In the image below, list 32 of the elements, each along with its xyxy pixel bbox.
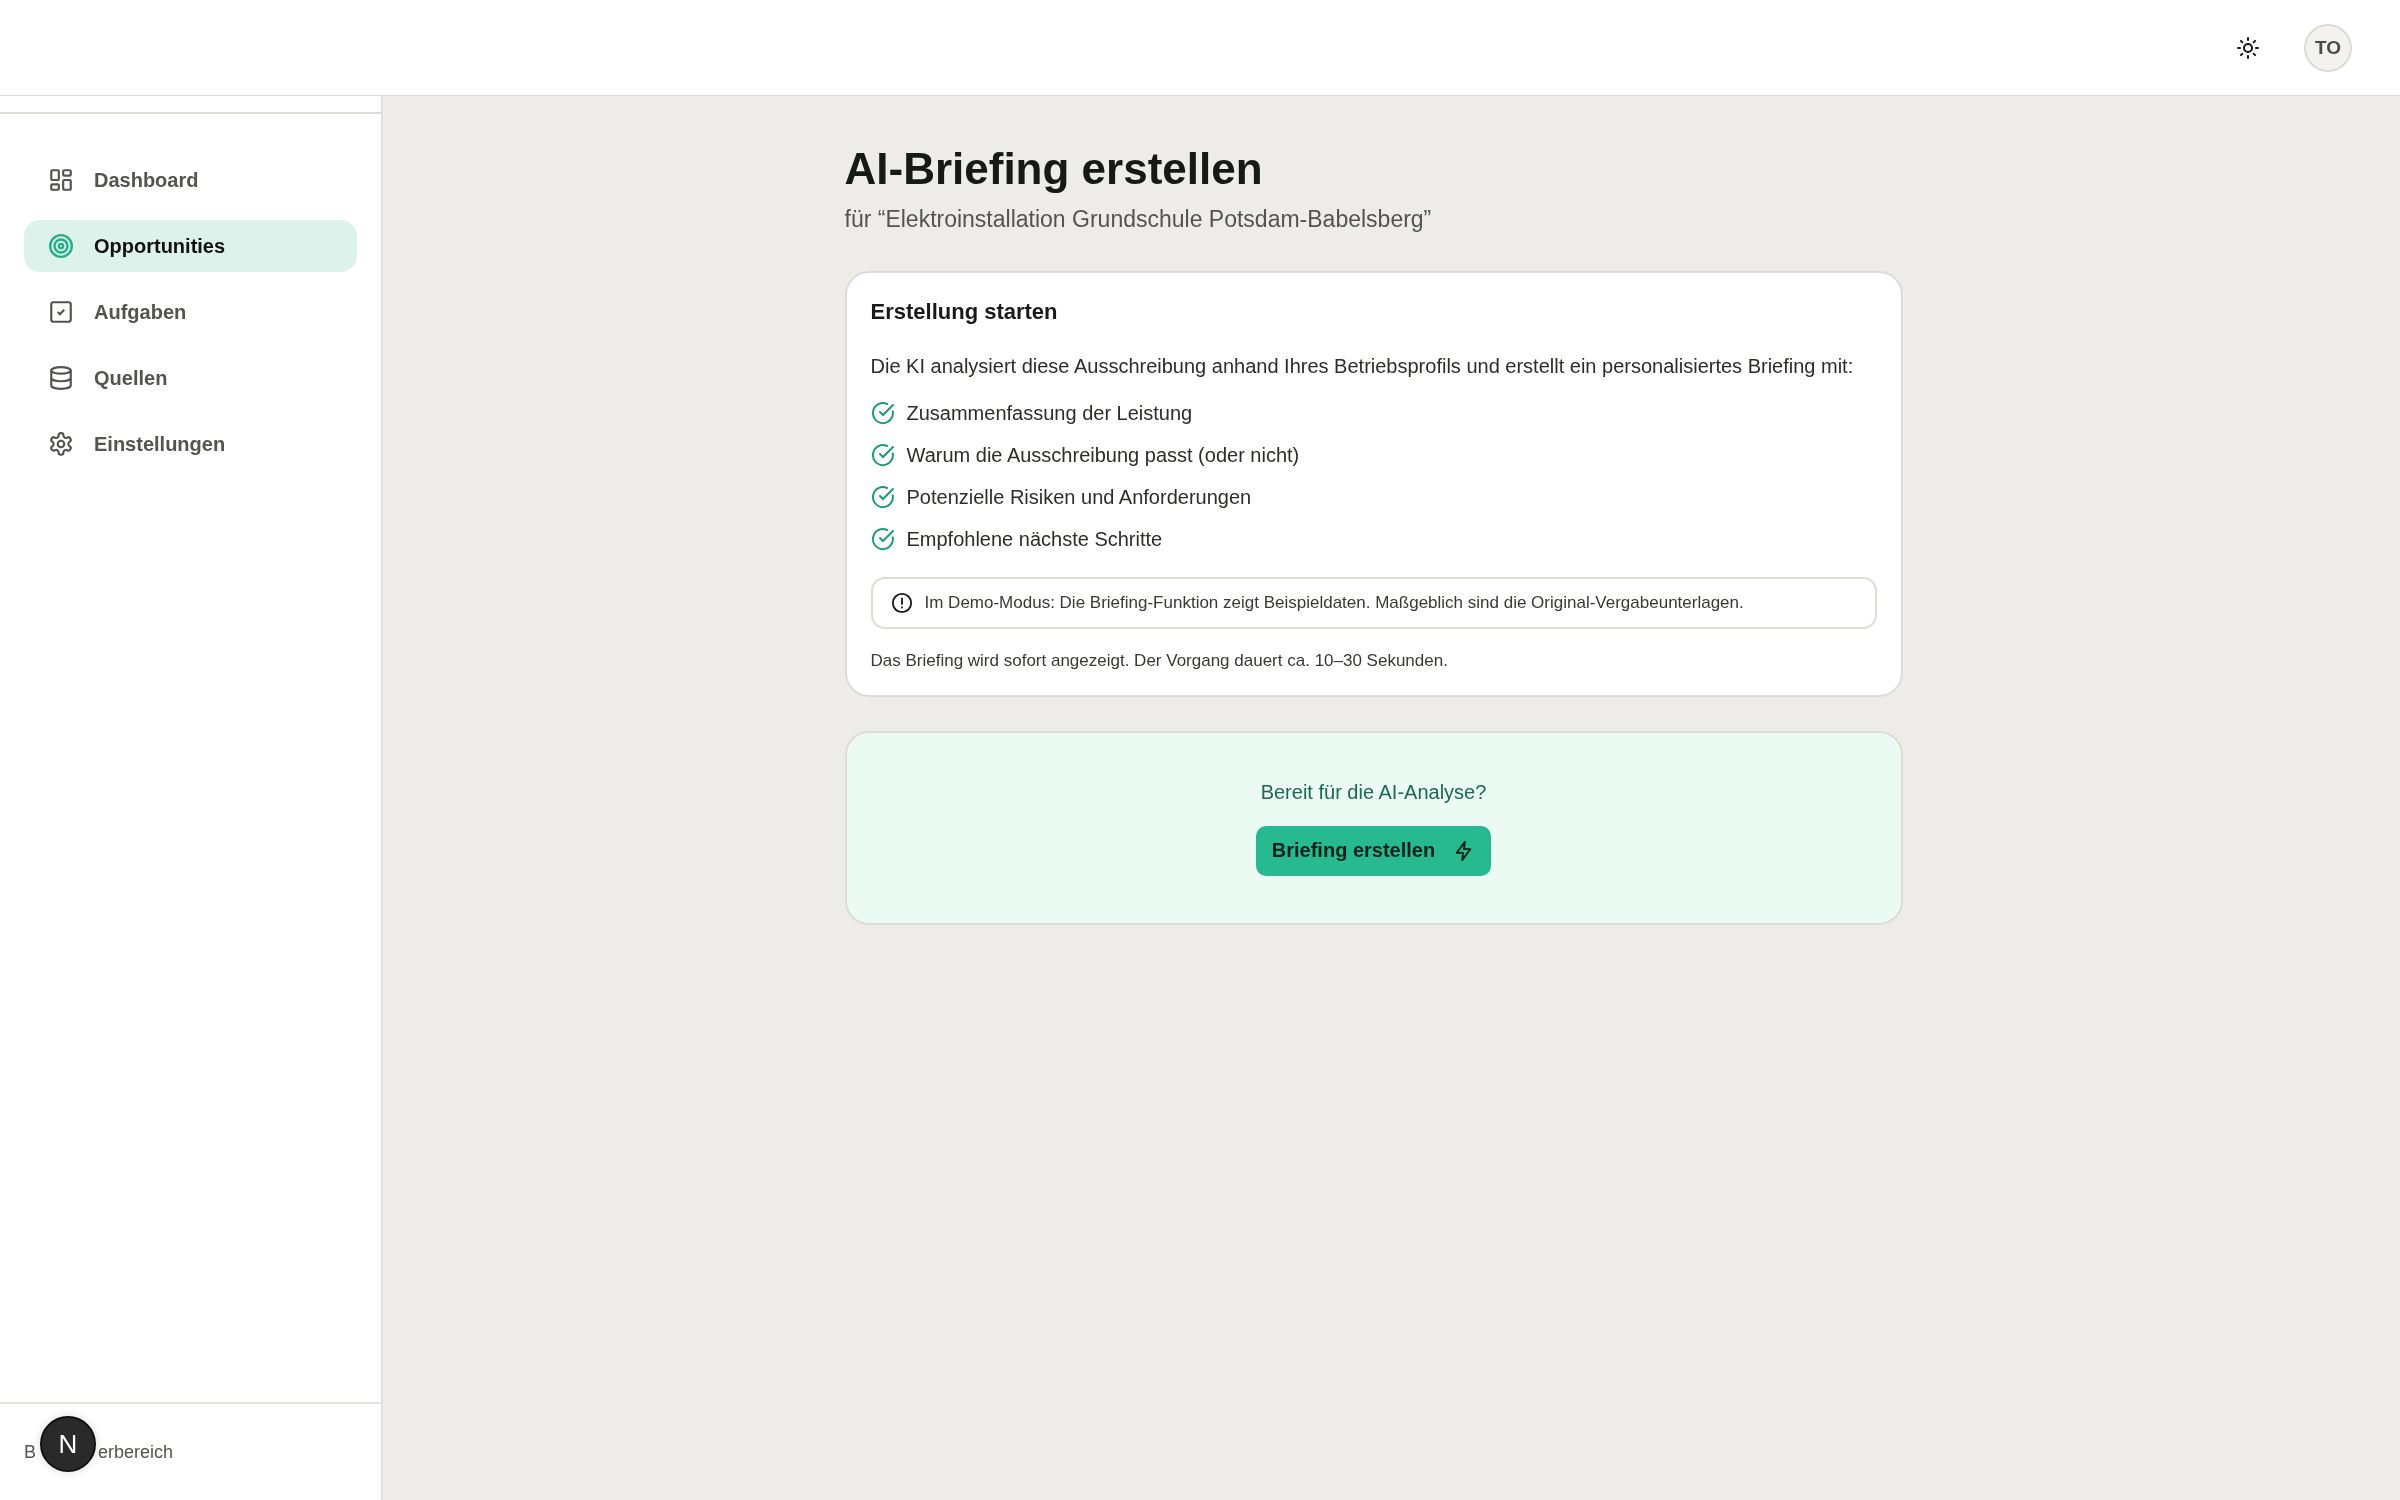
- check-circle-icon: [870, 485, 895, 509]
- account-link[interactable]: erbereich: [98, 1441, 174, 1463]
- check-circle-icon: [870, 443, 895, 467]
- sidebar-item[interactable]: Quellen: [24, 352, 357, 404]
- feature-text: Potenzielle Risiken und Anforderungen: [906, 485, 1252, 509]
- settings-icon: [48, 431, 74, 457]
- account-link[interactable]: B: [24, 1441, 36, 1463]
- sidebar-item[interactable]: Opportunities: [24, 220, 357, 272]
- page-subtitle: für “Elektroinstallation Grundschule Potsdam-Babelsberg”: [844, 206, 1433, 233]
- target-icon: [48, 233, 74, 259]
- card-intro: Die KI analysiert diese Ausschreibung anhand Ihres Betriebsprofils und erstellt ein personalisiertes Briefing mit:: [870, 354, 1855, 379]
- duration-note: Das Briefing wird sofort angezeigt. Der Vorgang dauert ca. 10–30 Sekunden.: [870, 651, 1449, 671]
- database-icon: [48, 365, 74, 391]
- sidebar-item[interactable]: Einstellungen: [24, 418, 357, 470]
- notice-text: Im Demo-Modus: Die Briefing-Funktion zeigt Beispieldaten. Maßgeblich sind die Original-Vergabeunterlagen.: [924, 593, 1744, 613]
- card-title: Erstellung starten: [870, 299, 1059, 325]
- dev-indicator-button[interactable]: N: [40, 1416, 96, 1472]
- check-circle-icon: [870, 401, 895, 425]
- sidebar-item[interactable]: Aufgaben: [24, 286, 357, 338]
- feature-text: Zusammenfassung der Leistung: [906, 401, 1193, 425]
- theme-sun-icon[interactable]: [2236, 35, 2260, 60]
- cta-question: Bereit für die AI-Analyse?: [1260, 780, 1487, 804]
- sidebar-item[interactable]: Dashboard: [24, 154, 357, 206]
- checkbox-icon: [48, 299, 74, 325]
- create-briefing-button[interactable]: Briefing erstellen: [1255, 825, 1492, 876]
- grid-icon: [48, 167, 74, 193]
- page-title: AI-Briefing erstellen: [844, 144, 1264, 194]
- alert-icon: [890, 592, 913, 614]
- check-circle-icon: [870, 527, 895, 551]
- feature-text: Warum die Ausschreibung passt (oder nicht): [906, 443, 1300, 467]
- feature-text: Empfohlene nächste Schritte: [906, 527, 1163, 551]
- user-avatar[interactable]: TO: [2304, 23, 2352, 72]
